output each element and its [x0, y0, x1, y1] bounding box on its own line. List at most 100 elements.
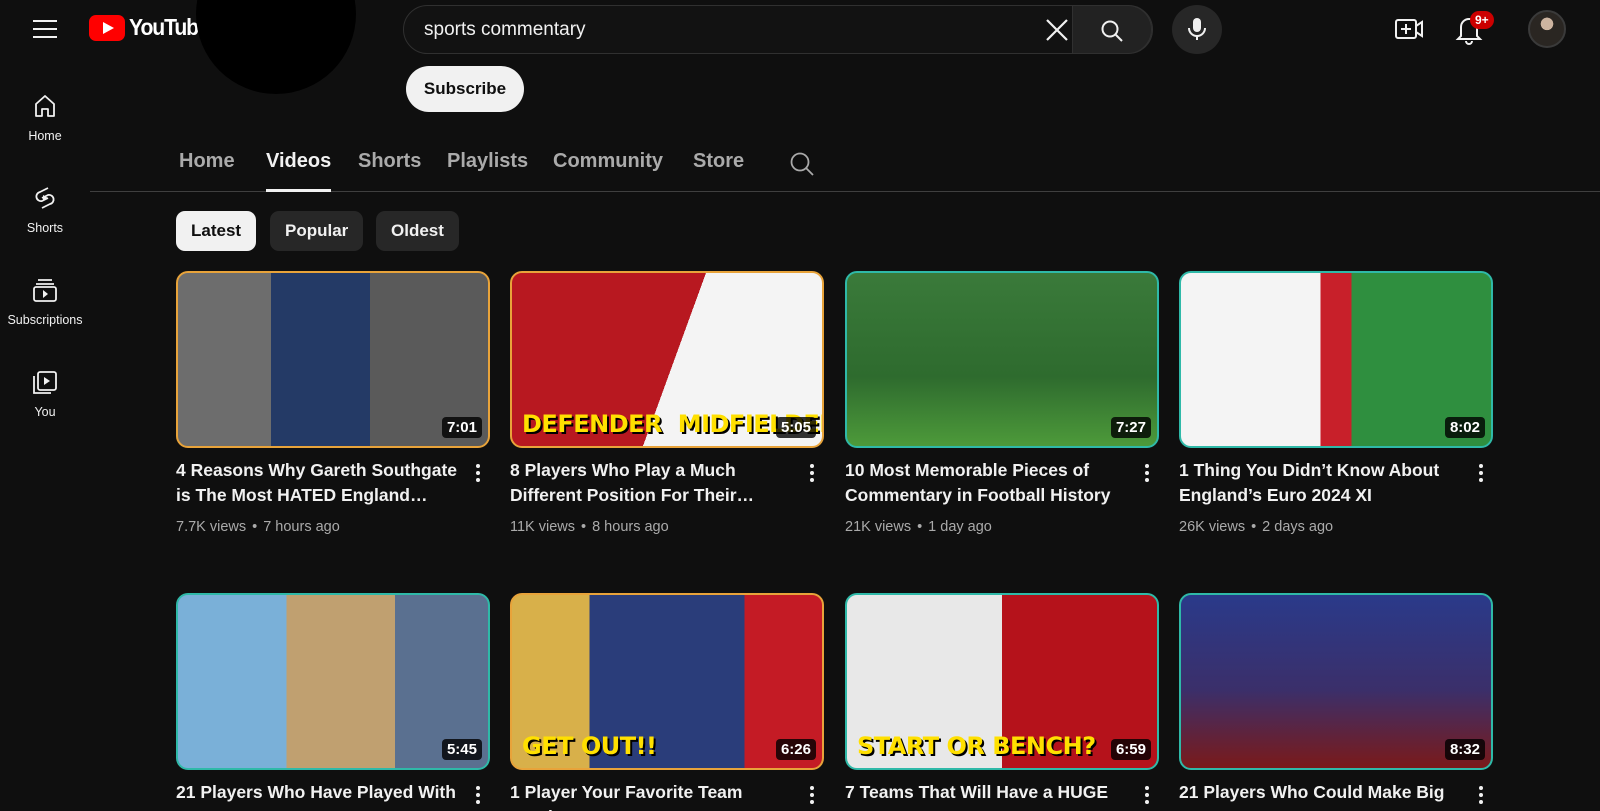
subscribe-button[interactable]: Subscribe: [406, 66, 524, 112]
menu-button[interactable]: [28, 14, 62, 44]
video-title[interactable]: 10 Most Memorable Pieces of Commentary i…: [845, 458, 1130, 508]
more-options-button[interactable]: [1137, 783, 1157, 807]
subscriptions-icon: [33, 279, 57, 302]
tab-store[interactable]: Store: [693, 150, 744, 192]
more-options-button[interactable]: [1137, 461, 1157, 485]
video-title[interactable]: 21 Players Who Have Played With: [176, 780, 461, 805]
sidebar-item-shorts[interactable]: Shorts: [4, 170, 86, 250]
video-duration: 5:05: [775, 417, 816, 438]
video-title[interactable]: 1 Thing You Didn’t Know About England’s …: [1179, 458, 1464, 508]
video-card: START OR BENCH? 6:59 7 Teams That Will Hav…: [845, 593, 1159, 804]
video-title[interactable]: 21 Players Who Could Make Big: [1179, 780, 1464, 805]
thumbnail-caption: START OR BENCH?: [857, 732, 1096, 760]
chip-latest[interactable]: Latest: [176, 211, 257, 251]
kebab-menu-icon: [1145, 464, 1149, 468]
view-count: 11K views: [510, 519, 576, 535]
more-options-button[interactable]: [468, 783, 488, 807]
video-duration: 7:27: [1110, 417, 1151, 438]
sidebar-item-label: Home: [28, 129, 62, 143]
video-duration: 8:02: [1444, 417, 1485, 438]
channel-avatar[interactable]: [196, 0, 356, 96]
sidebar-item-you[interactable]: You: [4, 354, 86, 434]
video-duration: 5:45: [441, 739, 482, 760]
video-duration: 6:59: [1110, 739, 1151, 760]
video-thumbnail[interactable]: 7:01: [176, 271, 490, 448]
you-icon: [33, 371, 57, 394]
close-icon: [1046, 19, 1068, 41]
tab-shorts[interactable]: Shorts: [358, 150, 421, 192]
sidebar-item-subscriptions[interactable]: Subscriptions: [4, 262, 86, 342]
sidebar: Home Shorts Subscriptions You: [0, 56, 90, 811]
video-title[interactable]: 4 Reasons Why Gareth Southgate is The Mo…: [176, 458, 461, 508]
kebab-menu-icon: [810, 786, 814, 790]
video-thumbnail[interactable]: 5:45: [176, 593, 490, 770]
more-options-button[interactable]: [1471, 461, 1491, 485]
video-card: DEFENDER MIDFIELDER 5:05 8 Players Who Pla…: [510, 271, 824, 535]
menu-icon: [33, 20, 57, 22]
video-thumbnail[interactable]: GET OUT!! 6:26: [510, 593, 824, 770]
search-button[interactable]: [1072, 5, 1152, 54]
video-title[interactable]: 8 Players Who Play a Much Different Posi…: [510, 458, 795, 508]
video-card: GET OUT!! 6:26 1 Player Your Favorite Team…: [510, 593, 824, 811]
sidebar-item-label: Shorts: [26, 221, 64, 235]
search-input[interactable]: [424, 6, 1024, 53]
kebab-menu-icon: [1479, 464, 1483, 468]
video-thumbnail[interactable]: 7:27: [845, 271, 1159, 448]
video-metadata: 21K views • 1 day ago: [845, 519, 992, 535]
view-count: 26K views: [1179, 519, 1246, 535]
video-metadata: 11K views • 8 hours ago: [510, 519, 669, 535]
view-count: 7.7K views: [176, 519, 247, 535]
notification-badge: 9+: [1470, 11, 1494, 29]
home-icon: [35, 95, 55, 117]
video-metadata: 7.7K views • 7 hours ago: [176, 519, 340, 535]
search-bar: [403, 5, 1153, 54]
more-options-button[interactable]: [802, 461, 822, 485]
video-thumbnail[interactable]: 8:02: [1179, 271, 1493, 448]
kebab-menu-icon: [1479, 786, 1483, 790]
video-thumbnail[interactable]: START OR BENCH? 6:59: [845, 593, 1159, 770]
video-title[interactable]: 1 Player Your Favorite Team Needs: [510, 780, 795, 811]
thumbnail-caption: GET OUT!!: [522, 732, 657, 760]
video-card: 5:45 21 Players Who Have Played With: [176, 593, 490, 804]
upload-age: 2 days ago: [1262, 519, 1334, 535]
video-plus-icon: [1395, 19, 1423, 39]
voice-search-button[interactable]: [1172, 5, 1222, 54]
channel-tabs: Home Videos Shorts Playlists Community S…: [90, 140, 1600, 192]
tab-home[interactable]: Home: [179, 150, 235, 192]
video-thumbnail[interactable]: 8:32: [1179, 593, 1493, 770]
upload-age: 7 hours ago: [263, 519, 340, 535]
kebab-menu-icon: [476, 786, 480, 790]
clear-search-button[interactable]: [1040, 13, 1074, 47]
video-duration: 6:26: [775, 739, 816, 760]
video-title[interactable]: 7 Teams That Will Have a HUGE: [845, 780, 1130, 805]
sidebar-item-label: You: [34, 405, 56, 419]
sidebar-item-label: Subscriptions: [7, 313, 83, 327]
tab-playlists[interactable]: Playlists: [447, 150, 528, 192]
youtube-play-icon: [89, 14, 125, 41]
more-options-button[interactable]: [1471, 783, 1491, 807]
microphone-icon: [1188, 18, 1206, 40]
channel-search-button[interactable]: [788, 150, 818, 180]
video-card: 7:27 10 Most Memorable Pieces of Commenta…: [845, 271, 1159, 535]
sidebar-item-home[interactable]: Home: [4, 78, 86, 158]
chip-oldest[interactable]: Oldest: [376, 211, 459, 251]
upload-age: 8 hours ago: [592, 519, 669, 535]
tab-community[interactable]: Community: [553, 150, 663, 192]
video-card: 7:01 4 Reasons Why Gareth Southgate is Th…: [176, 271, 490, 535]
more-options-button[interactable]: [802, 783, 822, 807]
view-count: 21K views: [845, 519, 912, 535]
kebab-menu-icon: [1145, 786, 1149, 790]
shorts-icon: [35, 187, 55, 209]
create-button[interactable]: [1392, 12, 1426, 46]
upload-age: 1 day ago: [928, 519, 992, 535]
kebab-menu-icon: [810, 464, 814, 468]
tab-videos[interactable]: Videos: [266, 150, 332, 192]
chip-popular[interactable]: Popular: [270, 211, 364, 251]
video-card: 8:32 21 Players Who Could Make Big: [1179, 593, 1493, 804]
video-metadata: 26K views • 2 days ago: [1179, 519, 1334, 535]
more-options-button[interactable]: [468, 461, 488, 485]
avatar[interactable]: [1528, 10, 1566, 48]
video-duration: 7:01: [441, 417, 482, 438]
search-icon: [790, 152, 814, 176]
video-thumbnail[interactable]: DEFENDER MIDFIELDER 5:05: [510, 271, 824, 448]
